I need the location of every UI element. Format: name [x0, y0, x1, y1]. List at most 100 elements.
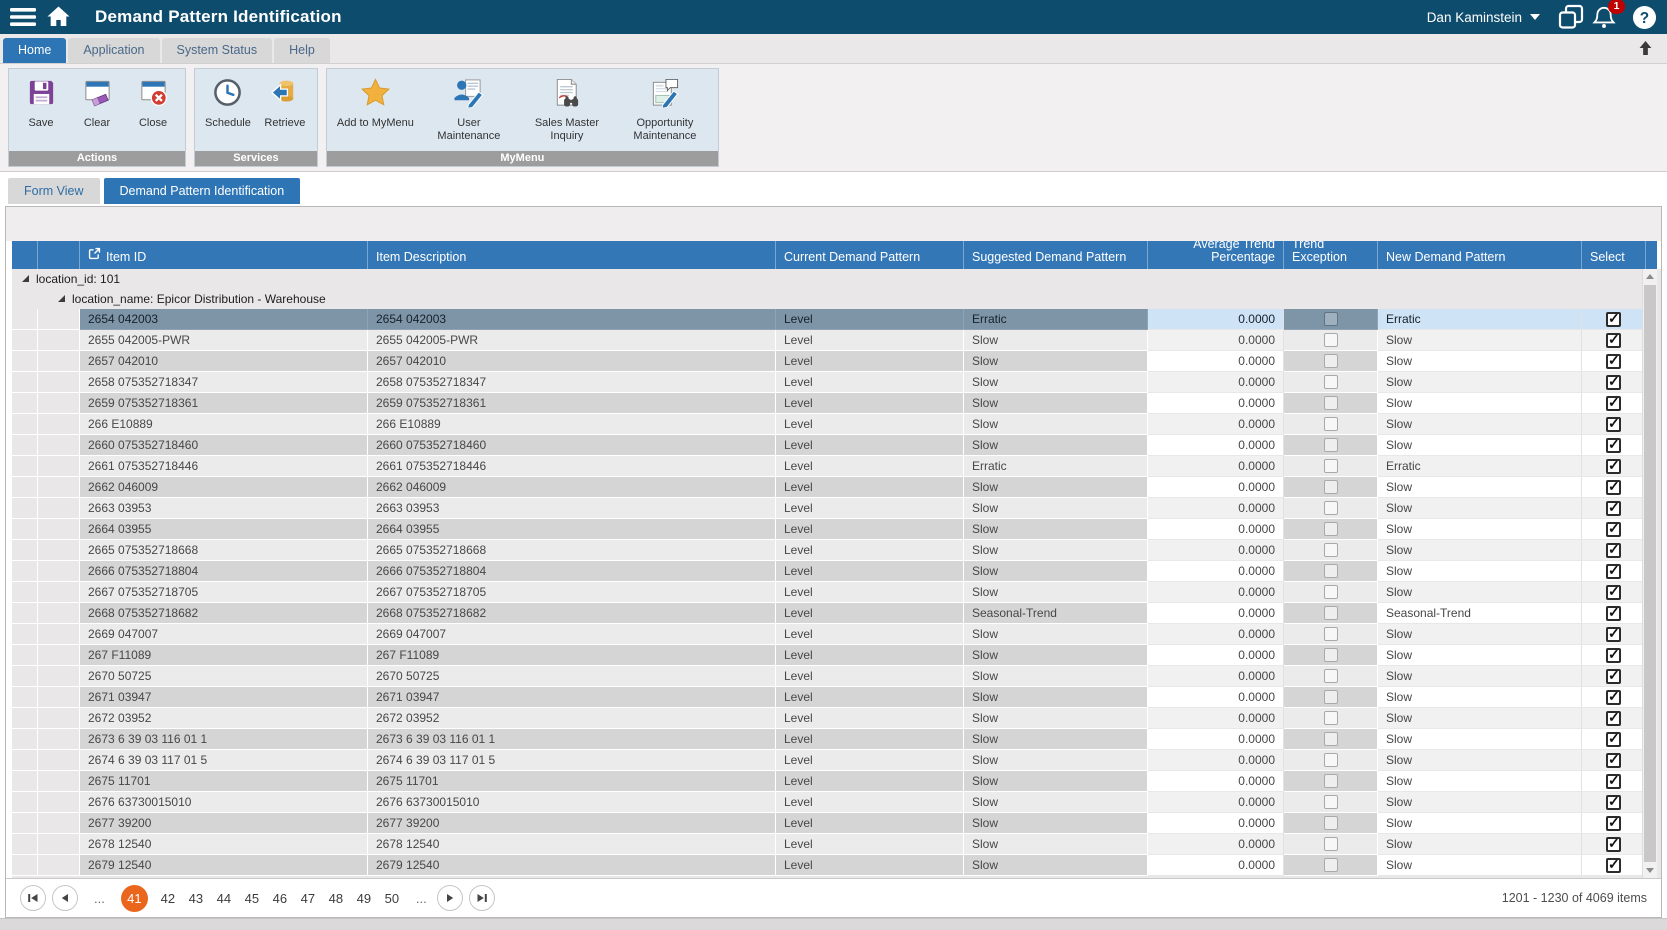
trend-exception-checkbox[interactable] [1324, 333, 1338, 347]
cell-average-trend-percentage[interactable]: 0.0000 [1148, 477, 1284, 498]
cell-new-demand-pattern[interactable]: Slow [1378, 393, 1582, 414]
cell-new-demand-pattern[interactable]: Slow [1378, 561, 1582, 582]
cell-new-demand-pattern[interactable]: Slow [1378, 414, 1582, 435]
cell-new-demand-pattern[interactable]: Slow [1378, 477, 1582, 498]
table-row[interactable]: 2674 6 39 03 117 01 52674 6 39 03 117 01… [12, 750, 1657, 771]
cell-average-trend-percentage[interactable]: 0.0000 [1148, 435, 1284, 456]
retrieve-button[interactable]: Retrieve [257, 73, 313, 132]
cell-average-trend-percentage[interactable]: 0.0000 [1148, 687, 1284, 708]
trend-exception-checkbox[interactable] [1324, 375, 1338, 389]
cell-new-demand-pattern[interactable]: Slow [1378, 645, 1582, 666]
select-checkbox[interactable] [1606, 501, 1621, 516]
table-row[interactable]: 2663 039532663 03953LevelSlow0.0000Slow [12, 498, 1657, 519]
column-header-desc[interactable]: Item Description [368, 241, 776, 269]
cell-new-demand-pattern[interactable]: Slow [1378, 855, 1582, 876]
menu-tab-application[interactable]: Application [68, 38, 159, 63]
pager-page-43[interactable]: 43 [185, 891, 207, 906]
trend-exception-checkbox[interactable] [1324, 732, 1338, 746]
cell-average-trend-percentage[interactable]: 0.0000 [1148, 750, 1284, 771]
trend-exception-checkbox[interactable] [1324, 690, 1338, 704]
cell-new-demand-pattern[interactable]: Seasonal-Trend [1378, 603, 1582, 624]
table-row[interactable]: 2654 0420032654 042003LevelErratic0.0000… [12, 309, 1657, 330]
cell-new-demand-pattern[interactable]: Slow [1378, 519, 1582, 540]
column-header-select[interactable]: Select [1582, 241, 1646, 269]
user-menu[interactable]: Dan Kaminstein [1427, 10, 1522, 25]
column-header-trend_exception[interactable]: Trend Exception [1284, 241, 1378, 269]
trend-exception-checkbox[interactable] [1324, 312, 1338, 326]
scroll-up-icon[interactable] [1643, 269, 1657, 284]
window-copy-icon[interactable] [1558, 4, 1584, 30]
cell-average-trend-percentage[interactable]: 0.0000 [1148, 309, 1284, 330]
cell-new-demand-pattern[interactable]: Slow [1378, 750, 1582, 771]
select-checkbox[interactable] [1606, 585, 1621, 600]
cell-new-demand-pattern[interactable]: Erratic [1378, 309, 1582, 330]
cell-average-trend-percentage[interactable]: 0.0000 [1148, 372, 1284, 393]
select-checkbox[interactable] [1606, 648, 1621, 663]
table-row[interactable]: 2675 117012675 11701LevelSlow0.0000Slow [12, 771, 1657, 792]
select-checkbox[interactable] [1606, 606, 1621, 621]
trend-exception-checkbox[interactable] [1324, 480, 1338, 494]
trend-exception-checkbox[interactable] [1324, 501, 1338, 515]
last-page-button[interactable] [469, 885, 495, 911]
trend-exception-checkbox[interactable] [1324, 585, 1338, 599]
cell-average-trend-percentage[interactable]: 0.0000 [1148, 414, 1284, 435]
select-checkbox[interactable] [1606, 753, 1621, 768]
cell-average-trend-percentage[interactable]: 0.0000 [1148, 666, 1284, 687]
trend-exception-checkbox[interactable] [1324, 627, 1338, 641]
pager-page-44[interactable]: 44 [213, 891, 235, 906]
table-row[interactable]: 2672 039522672 03952LevelSlow0.0000Slow [12, 708, 1657, 729]
cell-average-trend-percentage[interactable]: 0.0000 [1148, 834, 1284, 855]
column-header-suggested[interactable]: Suggested Demand Pattern [964, 241, 1148, 269]
table-row[interactable]: 2679 125402679 12540LevelSlow0.0000Slow [12, 855, 1657, 876]
cell-new-demand-pattern[interactable]: Slow [1378, 813, 1582, 834]
select-checkbox[interactable] [1606, 480, 1621, 495]
opportunity-maintenance-button[interactable]: Opportunity Maintenance [616, 73, 714, 144]
select-checkbox[interactable] [1606, 858, 1621, 873]
user-caret-down-icon[interactable] [1530, 14, 1540, 20]
previous-page-button[interactable] [52, 885, 78, 911]
cell-average-trend-percentage[interactable]: 0.0000 [1148, 708, 1284, 729]
select-checkbox[interactable] [1606, 711, 1621, 726]
cell-average-trend-percentage[interactable]: 0.0000 [1148, 855, 1284, 876]
pager-page-42[interactable]: 42 [157, 891, 179, 906]
select-checkbox[interactable] [1606, 354, 1621, 369]
scroll-down-icon[interactable] [1643, 863, 1657, 878]
cell-average-trend-percentage[interactable]: 0.0000 [1148, 330, 1284, 351]
trend-exception-checkbox[interactable] [1324, 669, 1338, 683]
cell-new-demand-pattern[interactable]: Slow [1378, 624, 1582, 645]
column-header-current[interactable]: Current Demand Pattern [776, 241, 964, 269]
table-row[interactable]: 2660 0753527184602660 075352718460LevelS… [12, 435, 1657, 456]
table-row[interactable]: 2678 125402678 12540LevelSlow0.0000Slow [12, 834, 1657, 855]
cell-new-demand-pattern[interactable]: Slow [1378, 708, 1582, 729]
trend-exception-checkbox[interactable] [1324, 837, 1338, 851]
cell-new-demand-pattern[interactable]: Slow [1378, 372, 1582, 393]
cell-average-trend-percentage[interactable]: 0.0000 [1148, 519, 1284, 540]
cell-average-trend-percentage[interactable]: 0.0000 [1148, 624, 1284, 645]
vertical-scrollbar[interactable] [1642, 269, 1657, 878]
table-row[interactable]: 2659 0753527183612659 075352718361LevelS… [12, 393, 1657, 414]
trend-exception-checkbox[interactable] [1324, 711, 1338, 725]
trend-exception-checkbox[interactable] [1324, 858, 1338, 872]
home-icon[interactable] [46, 6, 71, 28]
table-row[interactable]: 2677 392002677 39200LevelSlow0.0000Slow [12, 813, 1657, 834]
table-row[interactable]: 266 E10889266 E10889LevelSlow0.0000Slow [12, 414, 1657, 435]
table-row[interactable]: 2669 0470072669 047007LevelSlow0.0000Slo… [12, 624, 1657, 645]
select-checkbox[interactable] [1606, 312, 1621, 327]
select-checkbox[interactable] [1606, 627, 1621, 642]
group-row-location-name[interactable]: location_name: Epicor Distribution - War… [12, 289, 1657, 309]
trend-exception-checkbox[interactable] [1324, 816, 1338, 830]
cell-new-demand-pattern[interactable]: Slow [1378, 729, 1582, 750]
cell-average-trend-percentage[interactable]: 0.0000 [1148, 771, 1284, 792]
pager-page-49[interactable]: 49 [353, 891, 375, 906]
cell-average-trend-percentage[interactable]: 0.0000 [1148, 582, 1284, 603]
clear-button[interactable]: Clear [69, 73, 125, 132]
cell-average-trend-percentage[interactable]: 0.0000 [1148, 729, 1284, 750]
cell-new-demand-pattern[interactable]: Erratic [1378, 456, 1582, 477]
table-row[interactable]: 2676 637300150102676 63730015010LevelSlo… [12, 792, 1657, 813]
trend-exception-checkbox[interactable] [1324, 396, 1338, 410]
scrollbar-thumb[interactable] [1644, 285, 1656, 862]
cell-average-trend-percentage[interactable]: 0.0000 [1148, 498, 1284, 519]
cell-new-demand-pattern[interactable]: Slow [1378, 771, 1582, 792]
select-checkbox[interactable] [1606, 837, 1621, 852]
trend-exception-checkbox[interactable] [1324, 648, 1338, 662]
